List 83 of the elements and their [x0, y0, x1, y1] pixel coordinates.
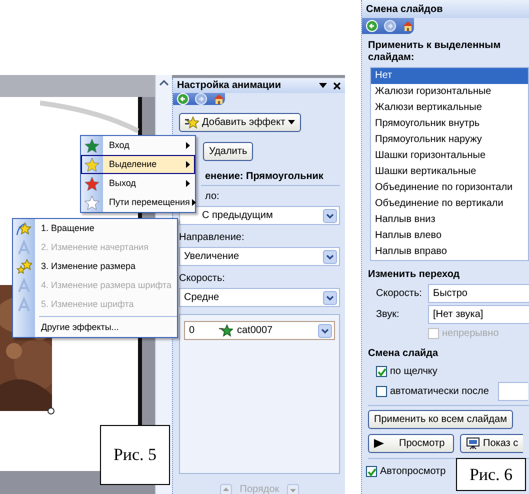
list-item[interactable]: Шашки горизонтальные — [371, 148, 528, 164]
field-label: ло: — [205, 190, 220, 204]
checkbox-label: непрерывно — [442, 327, 499, 341]
list-item[interactable]: Объединение по вертикали — [371, 196, 528, 212]
scroll-up-icon[interactable] — [159, 79, 169, 87]
menu-item: 5. Изменение шрифта — [13, 295, 177, 314]
menu-item[interactable]: Другие эффекты... — [13, 318, 177, 337]
submenu-arrow-icon — [186, 142, 190, 149]
section-heading: Смена слайда — [368, 347, 438, 361]
section-heading: Изменить переход — [368, 268, 460, 282]
font-icon — [16, 240, 32, 256]
menu-item[interactable]: Выделение — [81, 155, 195, 174]
add-effect-button[interactable]: Добавить эффект — [179, 113, 302, 132]
back-icon[interactable] — [177, 93, 189, 105]
list-item[interactable]: Объединение по горизонтали — [371, 180, 528, 196]
pane-title: Смена слайдов — [366, 2, 443, 16]
forward-icon[interactable] — [384, 20, 396, 32]
order-label: Порядок — [240, 483, 280, 494]
close-icon[interactable] — [333, 82, 341, 90]
section-heading: енение: Прямоугольник — [205, 170, 324, 184]
projector-screen-icon — [466, 437, 480, 450]
checkbox-label: Автопросмотр — [380, 465, 446, 479]
star-icon — [16, 258, 32, 274]
submenu-arrow-icon — [186, 161, 190, 168]
checkbox-label: автоматически после — [390, 385, 489, 399]
field-label: Скорость: — [179, 272, 225, 286]
figure-caption: Рис. 5 — [100, 425, 170, 485]
caret-icon — [288, 120, 296, 125]
apply-to-all-button[interactable]: Применить ко всем слайдам — [368, 410, 513, 429]
font-icon — [16, 278, 32, 294]
list-item[interactable]: Жалюзи вертикальные — [371, 100, 528, 116]
speed-dropdown[interactable]: Быстро — [428, 284, 529, 303]
dropdown-caret-icon[interactable] — [318, 324, 332, 338]
star-icon — [185, 116, 199, 129]
list-item[interactable]: Наплыв вправо — [371, 244, 528, 260]
star-icon — [219, 324, 233, 337]
selection-handle-icon[interactable] — [47, 407, 55, 415]
back-icon[interactable] — [366, 20, 378, 32]
menu-item[interactable]: Пути перемещения — [81, 193, 195, 212]
figure-caption: Рис. 6 — [456, 458, 526, 491]
pane-title: Настройка анимации — [177, 79, 282, 93]
menu-item[interactable]: 1. Вращение — [13, 219, 177, 238]
list-item[interactable]: Прямоугольник внутрь — [371, 116, 528, 132]
font-icon — [16, 296, 32, 312]
list-item[interactable]: Прямоугольник наружу — [371, 132, 528, 148]
speed-dropdown[interactable]: Средне — [179, 288, 340, 307]
delete-button[interactable]: Удалить — [203, 142, 254, 161]
list-item[interactable]: Нет — [371, 68, 528, 84]
dropdown-caret-icon[interactable] — [323, 250, 337, 264]
list-item[interactable]: Наплыв влево — [371, 228, 528, 244]
list-item[interactable]: Наплыв вниз — [371, 212, 528, 228]
checkbox[interactable] — [376, 386, 387, 397]
list-item[interactable]: Жалюзи горизонтальные — [371, 84, 528, 100]
direction-dropdown[interactable]: Увеличение — [179, 247, 340, 266]
dropdown-caret-icon[interactable] — [323, 208, 337, 222]
effect-list-item[interactable]: 0 cat0007 — [184, 321, 335, 340]
menu-item[interactable]: Вход — [81, 136, 195, 155]
star-icon — [16, 220, 32, 236]
submenu-arrow-icon — [186, 180, 190, 187]
menu-item: 4. Изменение размера шрифта — [13, 276, 177, 295]
home-icon[interactable] — [213, 93, 225, 105]
list-item[interactable]: Шашки вертикальные — [371, 164, 528, 180]
checkbox[interactable] — [366, 466, 377, 477]
slideshow-button[interactable]: Показ с — [460, 434, 524, 453]
start-dropdown[interactable]: С предыдущим — [179, 206, 340, 225]
field-label: Скорость: — [376, 287, 423, 301]
play-icon — [374, 439, 384, 448]
menu-item[interactable]: 3. Изменение размера — [13, 257, 177, 276]
forward-icon[interactable] — [195, 93, 207, 105]
preview-button[interactable]: Просмотр — [368, 434, 454, 453]
time-field[interactable] — [498, 382, 528, 401]
dropdown-caret-icon[interactable] — [323, 290, 337, 304]
menu-item: 2. Изменение начертания — [13, 238, 177, 257]
section-heading: Применить к выделенным слайдам: — [368, 40, 502, 64]
submenu-arrow-icon — [192, 199, 196, 206]
field-label: Направление: — [179, 231, 244, 245]
pane-menu-icon[interactable] — [319, 82, 327, 88]
menu-item[interactable]: Выход — [81, 174, 195, 193]
home-icon[interactable] — [402, 20, 414, 32]
checkbox[interactable] — [376, 366, 387, 377]
field-label: Звук: — [376, 308, 400, 322]
checkbox-label: по щелчку — [390, 365, 438, 379]
sound-dropdown[interactable]: [Нет звука] — [428, 305, 529, 324]
